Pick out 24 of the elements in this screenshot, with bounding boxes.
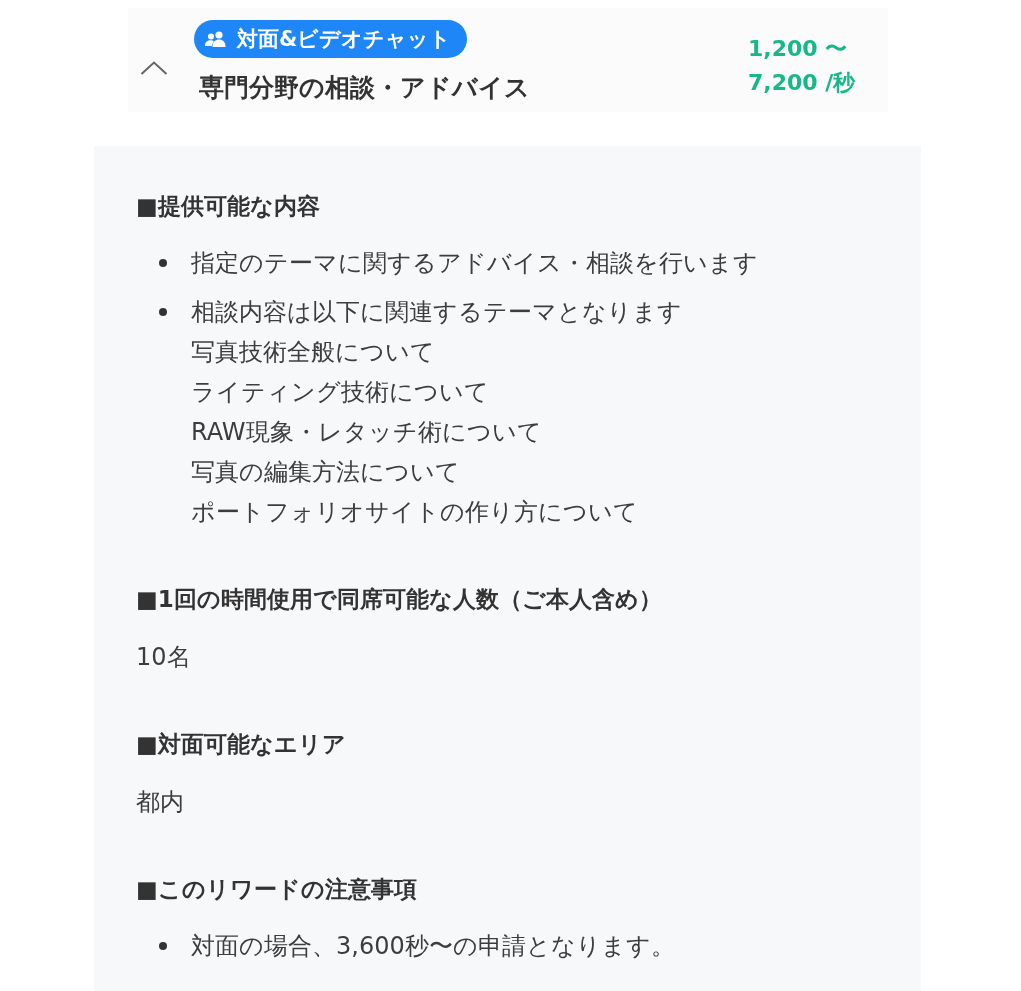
reward-header[interactable]: 対面&ビデオチャット 専門分野の相談・アドバイス 1,200 〜 7,200 /秒 bbox=[128, 8, 888, 112]
reward-title: 専門分野の相談・アドバイス bbox=[199, 72, 530, 104]
list-item-text: 相談内容は以下に関連するテーマとなります bbox=[191, 297, 682, 328]
sub-item-text: 写真技術全般について bbox=[191, 337, 435, 368]
section-value: 都内 bbox=[136, 787, 185, 818]
sub-item-text: RAW現象・レタッチ術について bbox=[191, 417, 542, 448]
price-text: 7,200 /秒 bbox=[748, 69, 856, 97]
sub-item-text: ライティング技術について bbox=[191, 377, 489, 408]
section-heading: ■このリワードの注意事項 bbox=[136, 875, 418, 904]
section-heading: ■提供可能な内容 bbox=[136, 192, 321, 221]
sub-item-text: 写真の編集方法について bbox=[191, 457, 460, 488]
bullet-icon bbox=[159, 308, 167, 316]
bullet-icon bbox=[159, 942, 167, 950]
bullet-icon bbox=[159, 259, 167, 267]
section-value: 10名 bbox=[136, 642, 192, 673]
price-text: 1,200 〜 bbox=[748, 35, 848, 63]
list-item-text: 対面の場合、3,600秒〜の申請となります。 bbox=[191, 931, 675, 962]
sub-item-text: ポートフォリオサイトの作り方について bbox=[191, 497, 638, 528]
chevron-up-icon[interactable] bbox=[140, 61, 168, 75]
section-heading: ■対面可能なエリア bbox=[136, 730, 347, 759]
section-heading: ■1回の時間使用で同席可能な人数（ご本人含め） bbox=[136, 585, 663, 614]
badge-label: 対面&ビデオチャット bbox=[237, 26, 452, 53]
list-item-text: 指定のテーマに関するアドバイス・相談を行います bbox=[191, 248, 758, 279]
people-icon bbox=[205, 31, 227, 47]
